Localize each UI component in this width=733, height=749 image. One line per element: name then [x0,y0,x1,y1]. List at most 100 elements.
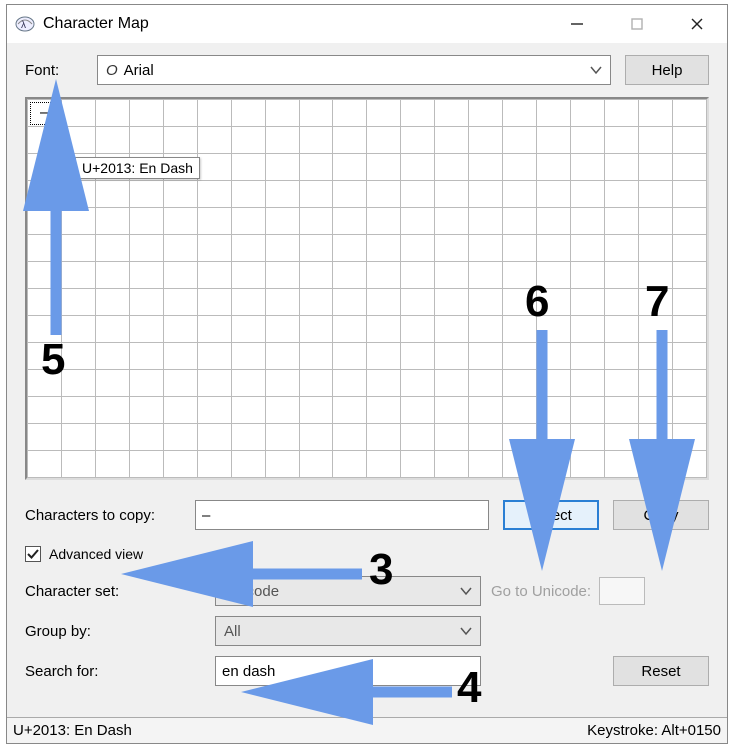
grid-cell[interactable] [231,370,265,397]
grid-cell[interactable] [638,451,672,478]
grid-cell[interactable] [401,262,435,289]
grid-cell[interactable] [28,208,62,235]
grid-cell[interactable] [95,370,129,397]
grid-cell[interactable] [28,154,62,181]
grid-cell[interactable] [197,397,231,424]
grid-cell[interactable] [95,424,129,451]
grid-cell[interactable] [231,154,265,181]
grid-cell[interactable] [28,181,62,208]
grid-cell[interactable]: – [28,100,62,127]
grid-cell[interactable] [571,424,605,451]
grid-cell[interactable] [367,343,401,370]
grid-cell[interactable] [299,397,333,424]
grid-cell[interactable] [604,289,638,316]
grid-cell[interactable] [571,154,605,181]
maximize-button[interactable] [607,5,667,43]
grid-cell[interactable] [231,181,265,208]
grid-cell[interactable] [537,181,571,208]
grid-cell[interactable] [95,397,129,424]
grid-cell[interactable] [61,370,95,397]
grid-cell[interactable] [129,181,163,208]
grid-cell[interactable] [299,154,333,181]
grid-cell[interactable] [401,343,435,370]
grid-cell[interactable] [299,451,333,478]
grid-cell[interactable] [638,289,672,316]
grid-cell[interactable] [299,127,333,154]
grid-cell[interactable] [503,127,537,154]
grid-cell[interactable] [28,127,62,154]
grid-cell[interactable] [638,208,672,235]
grid-cell[interactable] [571,235,605,262]
grid-cell[interactable] [435,235,469,262]
grid-cell[interactable] [571,343,605,370]
grid-cell[interactable] [299,208,333,235]
grid-cell[interactable] [672,316,706,343]
grid-cell[interactable] [299,370,333,397]
grid-cell[interactable] [604,181,638,208]
grid-cell[interactable] [265,370,299,397]
grid-cell[interactable] [197,181,231,208]
grid-cell[interactable] [265,154,299,181]
grid-cell[interactable] [95,181,129,208]
grid-cell[interactable] [197,289,231,316]
grid-cell[interactable] [638,343,672,370]
grid-cell[interactable] [28,235,62,262]
grid-cell[interactable] [604,235,638,262]
grid-cell[interactable] [672,100,706,127]
grid-cell[interactable] [401,127,435,154]
grid-cell[interactable] [367,181,401,208]
grid-cell[interactable] [469,181,503,208]
grid-cell[interactable] [333,370,367,397]
grid-cell[interactable] [61,397,95,424]
grid-cell[interactable] [231,100,265,127]
grid-cell[interactable] [367,289,401,316]
grid-cell[interactable] [604,154,638,181]
grid-cell[interactable] [638,397,672,424]
grid-cell[interactable] [299,316,333,343]
character-grid[interactable]: – U+2013: En Dash [25,97,709,480]
grid-cell[interactable] [435,397,469,424]
grid-cell[interactable] [401,370,435,397]
grid-cell[interactable] [197,451,231,478]
grid-cell[interactable] [435,208,469,235]
grid-cell[interactable] [163,181,197,208]
grid-cell[interactable] [503,316,537,343]
grid-cell[interactable] [231,316,265,343]
grid-cell[interactable] [129,208,163,235]
grid-cell[interactable] [61,181,95,208]
grid-cell[interactable] [231,127,265,154]
grid-cell[interactable] [503,424,537,451]
close-button[interactable] [667,5,727,43]
grid-cell[interactable] [469,451,503,478]
grid-cell[interactable] [672,451,706,478]
copy-button[interactable]: Copy [613,500,709,530]
grid-cell[interactable] [265,208,299,235]
grid-cell[interactable] [95,343,129,370]
grid-cell[interactable] [367,370,401,397]
grid-cell[interactable] [469,424,503,451]
grid-cell[interactable] [95,289,129,316]
grid-cell[interactable] [163,262,197,289]
grid-cell[interactable] [197,343,231,370]
grid-cell[interactable] [129,424,163,451]
grid-cell[interactable] [469,262,503,289]
grid-cell[interactable] [537,154,571,181]
grid-cell[interactable] [503,370,537,397]
grid-cell[interactable] [672,424,706,451]
grid-cell[interactable] [28,343,62,370]
grid-cell[interactable] [129,397,163,424]
grid-cell[interactable] [367,100,401,127]
grid-cell[interactable] [537,289,571,316]
grid-cell[interactable] [28,316,62,343]
grid-cell[interactable] [401,289,435,316]
grid-cell[interactable] [604,343,638,370]
grid-cell[interactable] [672,235,706,262]
grid-cell[interactable] [469,154,503,181]
grid-cell[interactable] [197,127,231,154]
grid-cell[interactable] [672,262,706,289]
grid-cell[interactable] [333,262,367,289]
grid-cell[interactable] [638,235,672,262]
grid-cell[interactable] [401,100,435,127]
grid-cell[interactable] [435,343,469,370]
grid-cell[interactable] [401,397,435,424]
